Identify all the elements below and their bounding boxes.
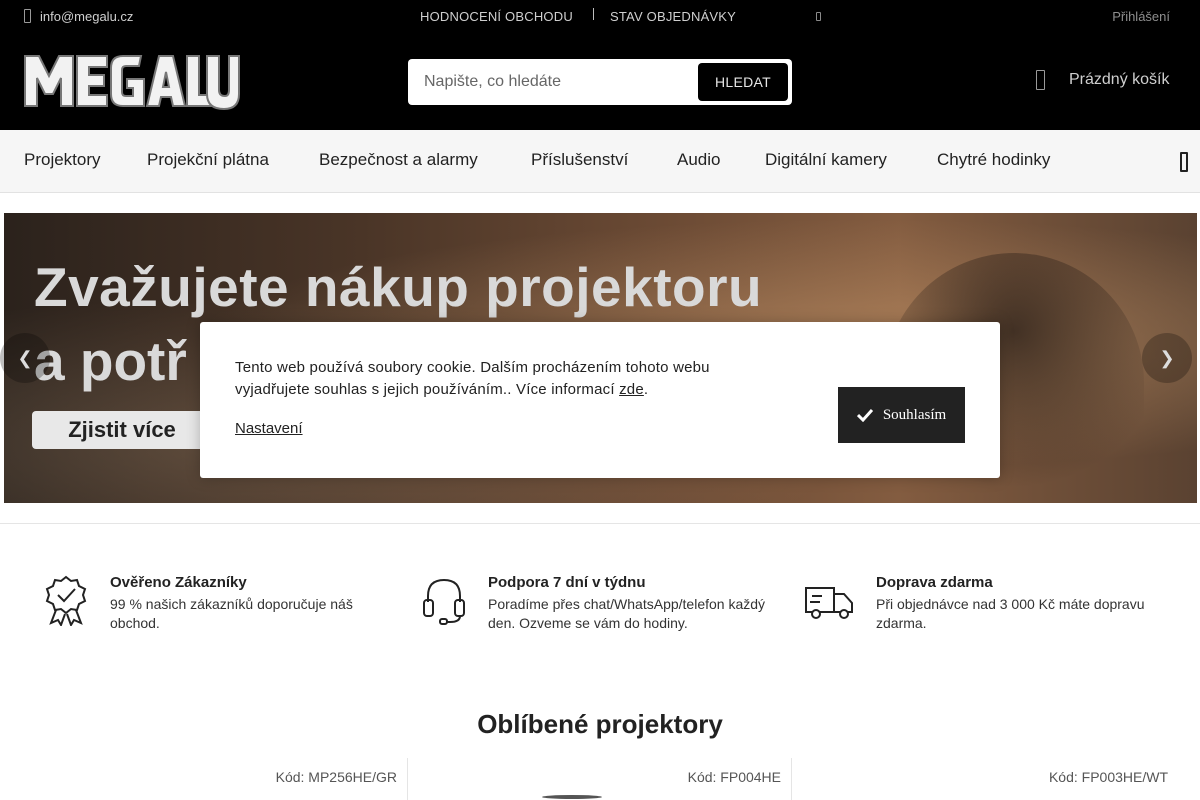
login-link[interactable]: Přihlášení	[1112, 9, 1170, 24]
site-header: info@megalu.cz HODNOCENÍ OBCHODU STAV OB…	[0, 0, 1200, 130]
carousel-prev-button[interactable]: ❮	[0, 333, 50, 383]
language-icon[interactable]	[816, 12, 821, 21]
benefits-strip: Ověřeno Zákazníky 99 % našich zákazníků …	[0, 523, 1200, 663]
cart-icon	[1036, 70, 1045, 90]
email-contact[interactable]: info@megalu.cz	[24, 7, 133, 25]
product-card[interactable]: Kód: FP003HE/WT	[792, 758, 1200, 800]
product-image	[542, 795, 602, 799]
envelope-icon	[24, 9, 31, 23]
benefit-title: Podpora 7 dní v týdnu	[488, 574, 646, 591]
category-nav: Projektory Projekční plátna Bezpečnost a…	[0, 130, 1200, 193]
product-code: Kód: FP003HE/WT	[1048, 769, 1168, 785]
ribbon-check-icon	[45, 575, 87, 626]
check-icon	[856, 408, 873, 422]
cookie-accept-button[interactable]: Souhlasím	[838, 387, 965, 443]
search-button[interactable]: HLEDAT	[698, 63, 788, 101]
search-input[interactable]	[408, 59, 698, 105]
cookie-more-info-link[interactable]: zde	[619, 381, 644, 398]
category-chytre-hodinky[interactable]: Chytré hodinky	[937, 150, 1050, 170]
product-code: Kód: FP004HE	[687, 769, 781, 785]
link-shop-rating[interactable]: HODNOCENÍ OBCHODU	[420, 9, 573, 24]
menu-more-icon[interactable]	[1180, 152, 1188, 172]
cart-label: Prázdný košík	[1069, 71, 1170, 88]
category-projektory[interactable]: Projektory	[24, 150, 101, 170]
email-label: info@megalu.cz	[40, 8, 134, 24]
cookie-message: Tento web používá soubory cookie. Dalším…	[235, 357, 745, 401]
benefit-free-shipping: Doprava zdarma Při objednávce nad 3 000 …	[804, 574, 1164, 633]
benefit-desc: Poradíme přes chat/WhatsApp/telefon každ…	[488, 596, 766, 631]
cookie-dialog: Tento web používá soubory cookie. Dalším…	[200, 322, 1000, 478]
cookie-settings-link[interactable]: Nastavení	[235, 420, 303, 437]
category-bezpecnost-alarmy[interactable]: Bezpečnost a alarmy	[319, 150, 478, 170]
category-audio[interactable]: Audio	[677, 150, 720, 170]
category-digitalni-kamery[interactable]: Digitální kamery	[765, 150, 887, 170]
product-row: Kód: MP256HE/GR Kód: FP004HE Kód: FP003H…	[0, 758, 1200, 800]
link-order-status[interactable]: STAV OBJEDNÁVKY	[610, 9, 736, 24]
topbar-divider	[593, 8, 594, 20]
chevron-left-icon: ❮	[17, 347, 33, 368]
truck-icon	[805, 587, 853, 619]
benefit-support: Podpora 7 dní v týdnu Poradíme přes chat…	[420, 574, 780, 633]
category-prislusenstvi[interactable]: Příslušenství	[531, 150, 628, 170]
megalu-logo[interactable]	[23, 50, 241, 111]
chevron-right-icon: ❯	[1159, 347, 1175, 368]
cookie-accept-label: Souhlasím	[882, 406, 947, 423]
headset-icon	[423, 578, 465, 625]
benefit-title: Ověřeno Zákazníky	[110, 574, 247, 591]
hero-cta-button[interactable]: Zjistit více	[32, 411, 212, 449]
hero-title-line1: Zvažujete nákup projektoru	[34, 256, 763, 318]
product-card[interactable]: Kód: MP256HE/GR	[0, 758, 408, 800]
category-projekcni-platna[interactable]: Projekční plátna	[147, 150, 269, 170]
cookie-text-suffix: .	[643, 381, 649, 398]
carousel-next-button[interactable]: ❯	[1142, 333, 1192, 383]
cart-link[interactable]: Prázdný košík	[1036, 70, 1169, 90]
hero-title-line2: a potř	[34, 330, 187, 392]
search-box: HLEDAT	[408, 59, 792, 105]
benefit-verified: Ověřeno Zákazníky 99 % našich zákazníků …	[42, 574, 372, 633]
benefit-desc: Při objednávce nad 3 000 Kč máte dopravu…	[876, 596, 1145, 631]
section-title: Oblíbené projektory	[477, 709, 723, 739]
benefit-title: Doprava zdarma	[876, 574, 993, 591]
product-code: Kód: MP256HE/GR	[275, 769, 397, 785]
benefit-desc: 99 % našich zákazníků doporučuje náš obc…	[110, 596, 353, 631]
product-card[interactable]: Kód: FP004HE	[408, 758, 792, 800]
